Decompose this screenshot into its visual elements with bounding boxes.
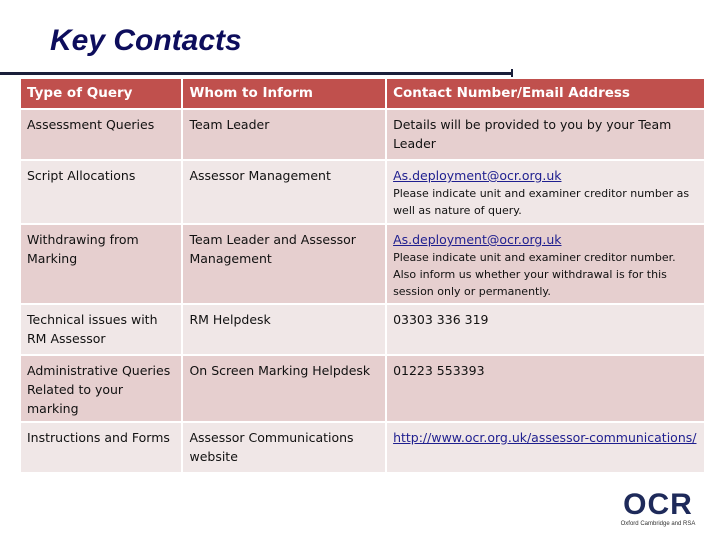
- header-type-of-query: Type of Query: [21, 79, 182, 108]
- query-cell: Withdrawing from Marking: [21, 225, 182, 303]
- whom-cell: Team Leader and Assessor Management: [183, 225, 386, 303]
- query-cell: Administrative Queries Related to your m…: [21, 356, 182, 421]
- contact-cell: As.deployment@ocr.org.uk Please indicate…: [387, 161, 704, 223]
- contact-cell: http://www.ocr.org.uk/assessor-communica…: [387, 423, 704, 472]
- email-link[interactable]: As.deployment@ocr.org.uk: [393, 232, 561, 247]
- ocr-logo: OCR Oxford Cambridge and RSA: [618, 490, 698, 530]
- key-contacts-table: Type of Query Whom to Inform Contact Num…: [19, 77, 706, 474]
- query-cell: Script Allocations: [21, 161, 182, 223]
- header-contact: Contact Number/Email Address: [387, 79, 704, 108]
- contact-note: Please indicate unit and examiner credit…: [393, 187, 690, 217]
- table-row: Technical issues with RM Assessor RM Hel…: [21, 305, 704, 354]
- phone-cell: 03303 336 319: [387, 305, 704, 354]
- table-row: Instructions and Forms Assessor Communic…: [21, 423, 704, 472]
- website-link[interactable]: http://www.ocr.org.uk/assessor-communica…: [393, 430, 696, 445]
- whom-cell: On Screen Marking Helpdesk: [183, 356, 386, 421]
- table-header-row: Type of Query Whom to Inform Contact Num…: [21, 79, 704, 108]
- table-row: Script Allocations Assessor Management A…: [21, 161, 704, 223]
- table-row: Withdrawing from Marking Team Leader and…: [21, 225, 704, 303]
- header-whom-to-inform: Whom to Inform: [183, 79, 386, 108]
- contact-note: Please indicate unit and examiner credit…: [393, 251, 676, 298]
- contact-cell: Details will be provided to you by your …: [387, 110, 704, 159]
- whom-cell: RM Helpdesk: [183, 305, 386, 354]
- contact-cell: As.deployment@ocr.org.uk Please indicate…: [387, 225, 704, 303]
- title-divider-end: [511, 69, 513, 77]
- ocr-logo-subtitle: Oxford Cambridge and RSA: [620, 521, 696, 527]
- title-divider: [0, 72, 512, 75]
- table-row: Assessment Queries Team Leader Details w…: [21, 110, 704, 159]
- whom-cell: Team Leader: [183, 110, 386, 159]
- whom-cell: Assessor Management: [183, 161, 386, 223]
- email-link[interactable]: As.deployment@ocr.org.uk: [393, 168, 561, 183]
- page-title: Key Contacts: [50, 24, 242, 57]
- table-row: Administrative Queries Related to your m…: [21, 356, 704, 421]
- whom-cell: Assessor Communications website: [183, 423, 386, 472]
- query-cell: Technical issues with RM Assessor: [21, 305, 182, 354]
- ocr-logo-mark: OCR: [623, 488, 693, 521]
- phone-cell: 01223 553393: [387, 356, 704, 421]
- query-cell: Instructions and Forms: [21, 423, 182, 472]
- query-cell: Assessment Queries: [21, 110, 182, 159]
